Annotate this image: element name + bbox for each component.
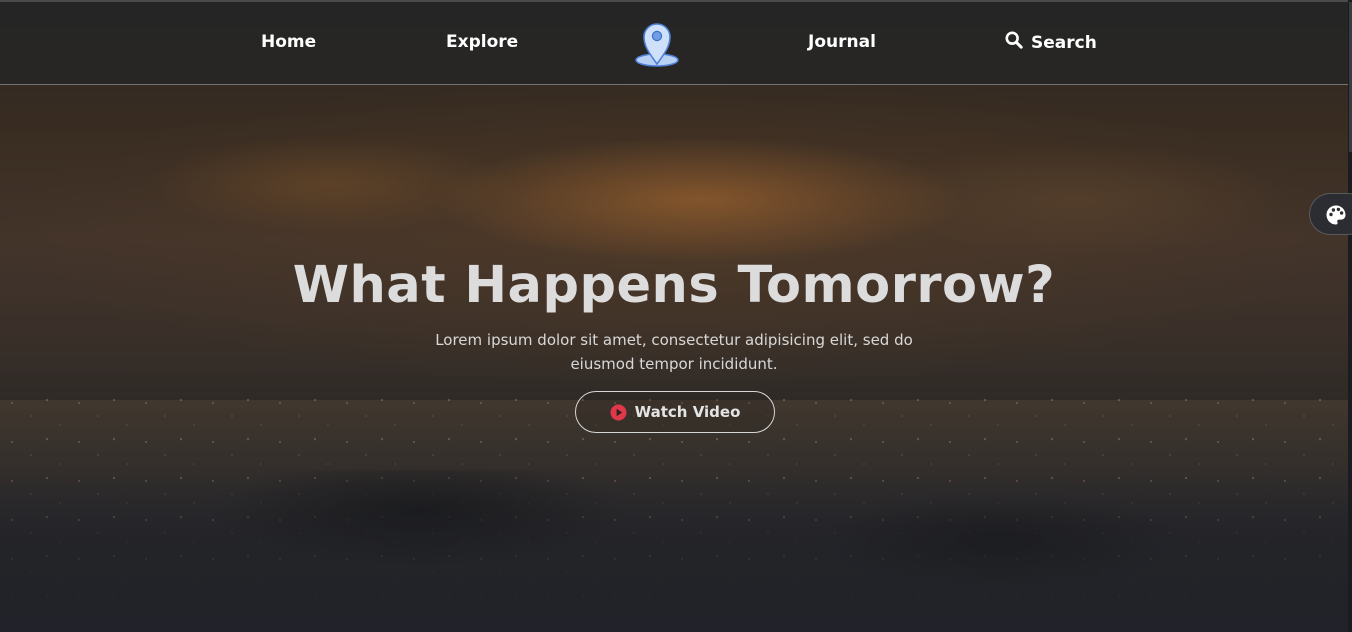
watch-video-button[interactable]: Watch Video (575, 391, 775, 433)
nav-search-label: Search (1031, 33, 1097, 53)
map-pin-icon[interactable] (632, 20, 682, 70)
hero-background-hills (0, 470, 1352, 632)
watch-video-label: Watch Video (634, 403, 741, 421)
nav-explore-link[interactable]: Explore (446, 31, 518, 53)
top-navbar: Home Explore Journal Search (0, 2, 1348, 85)
nav-search-link[interactable]: Search (1005, 31, 1097, 55)
theme-switcher-button[interactable] (1309, 193, 1352, 235)
hero-subtitle: Lorem ipsum dolor sit amet, consectetur … (435, 331, 913, 373)
nav-journal-link[interactable]: Journal (808, 31, 876, 53)
play-icon (610, 404, 627, 420)
page: Home Explore Journal Search What Happens… (0, 0, 1352, 632)
palette-icon (1326, 205, 1346, 225)
search-icon (1005, 31, 1023, 55)
nav-home-link[interactable]: Home (261, 31, 316, 53)
hero-title: What Happens Tomorrow? (292, 256, 1056, 315)
